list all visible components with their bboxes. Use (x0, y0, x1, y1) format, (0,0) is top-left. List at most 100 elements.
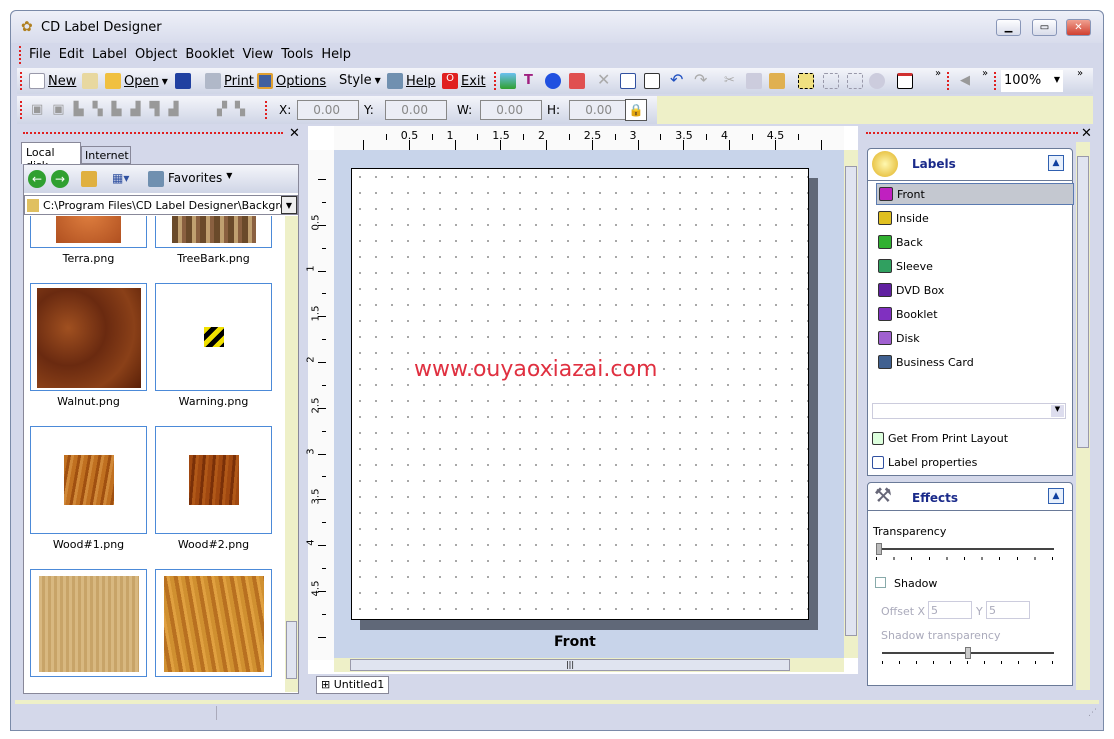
thumbnail-wood2[interactable] (155, 426, 272, 534)
minimize-button[interactable]: ▁ (996, 19, 1021, 36)
label-item-business-card[interactable]: Business Card (876, 351, 1074, 373)
w-field[interactable]: 0.00 (480, 100, 542, 120)
label-item-dvd-box[interactable]: DVD Box (876, 279, 1074, 301)
insert-image-icon[interactable] (500, 73, 516, 89)
view-mode-icon[interactable]: ▦▾ (112, 171, 129, 185)
thumbnail-texture[interactable] (30, 569, 147, 677)
overflow-chevron-icon[interactable]: » (1077, 68, 1083, 79)
label-item-booklet[interactable]: Booklet (876, 303, 1074, 325)
x-field[interactable]: 0.00 (297, 100, 359, 120)
new-button[interactable]: New (29, 73, 76, 89)
offset-x-field[interactable]: 5 (928, 601, 972, 619)
collapse-labels-button[interactable]: ▲ (1048, 155, 1064, 171)
insert-text-icon[interactable]: T (524, 73, 533, 88)
zoom-selection-icon[interactable] (823, 73, 839, 89)
vertical-scrollbar[interactable] (844, 150, 858, 658)
lock-object-icon[interactable] (869, 73, 885, 89)
menu-help[interactable]: Help (317, 44, 355, 65)
back-arrow-icon[interactable]: ◀ (960, 73, 970, 88)
resize-grip-icon[interactable]: ⋰ (1088, 708, 1097, 718)
curved-text-icon[interactable] (569, 73, 585, 89)
label-name: Front (554, 634, 596, 650)
save-icon[interactable] (175, 73, 191, 89)
menu-tools[interactable]: Tools (277, 44, 317, 65)
properties-icon[interactable] (620, 73, 636, 89)
close-button[interactable]: ✕ (1066, 19, 1091, 36)
back-icon[interactable]: ← (28, 170, 46, 188)
menu-view[interactable]: View (238, 44, 277, 65)
order-tools-icons[interactable]: ▞▚ (217, 102, 253, 117)
label-item-sleeve[interactable]: Sleeve (876, 255, 1074, 277)
overflow-chevron-icon[interactable]: » (935, 68, 941, 79)
help-button[interactable]: Help (387, 73, 436, 89)
zoom-select[interactable]: 100% ▼ (1001, 70, 1063, 92)
print-button[interactable]: Print (205, 73, 254, 89)
lock-aspect-button[interactable]: 🔒 (625, 99, 647, 121)
menu-booklet[interactable]: Booklet (181, 44, 238, 65)
copy-icon[interactable] (746, 73, 762, 89)
menu-edit[interactable]: Edit (55, 44, 88, 65)
menu-bar: File Edit Label Object Booklet View Tools Help (17, 44, 1097, 66)
exit-icon: O (442, 73, 458, 89)
label-item-back[interactable]: Back (876, 231, 1074, 253)
label-item-disk[interactable]: Disk (876, 327, 1074, 349)
redo-icon[interactable]: ↷ (694, 70, 707, 89)
tab-local-disk[interactable]: Local disk (21, 142, 81, 172)
insert-shape-icon[interactable] (545, 73, 561, 89)
undo-icon[interactable]: ↶ (670, 70, 683, 89)
vertical-scrollbar[interactable] (1076, 142, 1090, 690)
tab-internet[interactable]: Internet (81, 146, 131, 164)
label-item-front[interactable]: Front (876, 183, 1074, 205)
ruler-tick (318, 636, 326, 638)
label-item-inside[interactable]: Inside (876, 207, 1074, 229)
cut-icon[interactable]: ✂ (724, 73, 735, 88)
label-canvas[interactable] (351, 168, 809, 620)
vertical-scrollbar[interactable] (285, 216, 298, 692)
design-area: 0.5 1 1.5 2 2.5 3 3.5 4 4.5 0.5 1 1.5 2 2.5 3 3.5 4 4.5 … (306, 126, 858, 696)
label-properties-link[interactable]: Label properties (870, 451, 1068, 473)
offset-y-field[interactable]: 5 (986, 601, 1030, 619)
group-icon[interactable] (847, 73, 863, 89)
path-combobox[interactable]: C:\Program Files\CD Label Designer\Backg… (24, 195, 298, 215)
ruler-tick (477, 134, 479, 140)
options-button[interactable]: Options (257, 73, 326, 89)
menu-file[interactable]: File (25, 44, 55, 65)
wizard-icon[interactable] (82, 73, 98, 89)
y-field[interactable]: 0.00 (385, 100, 447, 120)
layout-icon[interactable] (897, 73, 913, 89)
menu-object[interactable]: Object (131, 44, 181, 65)
thumbnail-walnut[interactable] (30, 283, 147, 391)
align-tools-icons[interactable]: ▣▣▙▚▙▟▜▟ (31, 102, 188, 117)
delete-icon[interactable]: ✕ (597, 70, 610, 89)
label-type-dropdown[interactable]: ▼ (872, 403, 1066, 419)
arrange-icon[interactable] (644, 73, 660, 89)
chevron-down-icon[interactable]: ▼ (281, 196, 297, 214)
thumbnail-terra[interactable] (30, 216, 147, 248)
favorites-button[interactable]: Favorites ▼ (148, 171, 232, 187)
forward-icon[interactable]: → (51, 170, 69, 188)
ruler-tick (820, 140, 822, 150)
h-field[interactable]: 0.00 (569, 100, 631, 120)
collapse-effects-button[interactable]: ▲ (1048, 488, 1064, 504)
shadow-transparency-slider[interactable] (882, 645, 1054, 665)
thumbnail-texture[interactable] (155, 569, 272, 677)
thumbnail-treebark[interactable] (155, 216, 272, 248)
maximize-button[interactable]: ▭ (1032, 19, 1057, 36)
get-from-print-layout-link[interactable]: Get From Print Layout (870, 427, 1068, 449)
menu-label[interactable]: Label (88, 44, 131, 65)
overflow-chevron-icon[interactable]: » (982, 68, 988, 79)
close-panel-icon[interactable]: ✕ (289, 126, 300, 141)
thumbnail-wood1[interactable] (30, 426, 147, 534)
close-panel-icon[interactable]: ✕ (1081, 126, 1092, 141)
style-button[interactable]: Style ▼ (339, 73, 381, 88)
paste-icon[interactable] (769, 73, 785, 89)
thumbnail-warning[interactable] (155, 283, 272, 391)
select-all-icon[interactable] (798, 73, 814, 89)
tab-untitled1[interactable]: ⊞ Untitled1 (316, 676, 390, 694)
horizontal-scrollbar[interactable]: ||| (334, 658, 844, 672)
up-folder-icon[interactable] (81, 171, 97, 187)
exit-button[interactable]: O Exit (442, 73, 486, 89)
transparency-slider[interactable] (876, 541, 1054, 561)
open-button[interactable]: Open ▼ (105, 73, 168, 89)
shadow-checkbox[interactable] (875, 577, 886, 588)
